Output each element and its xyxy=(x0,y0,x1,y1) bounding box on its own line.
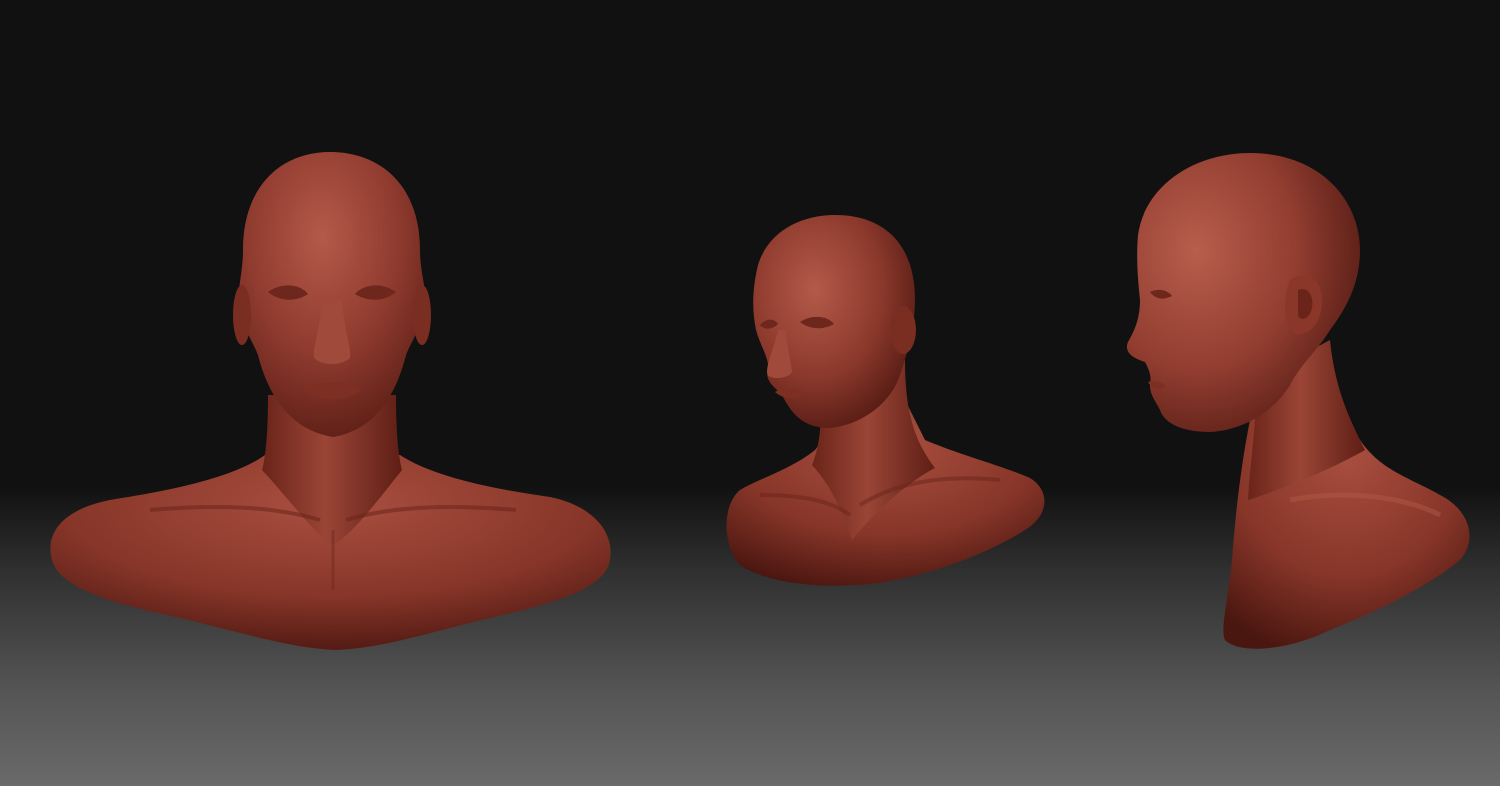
front-view-bust xyxy=(50,152,611,650)
sculpt-viewport xyxy=(0,0,1500,786)
three-quarter-view-bust xyxy=(726,215,1045,586)
side-view-bust xyxy=(1126,153,1470,649)
three-quarter-bust-ear xyxy=(890,306,916,354)
bust-render xyxy=(50,152,1470,650)
front-bust-left-ear xyxy=(233,285,251,345)
front-bust-right-ear xyxy=(413,285,431,345)
